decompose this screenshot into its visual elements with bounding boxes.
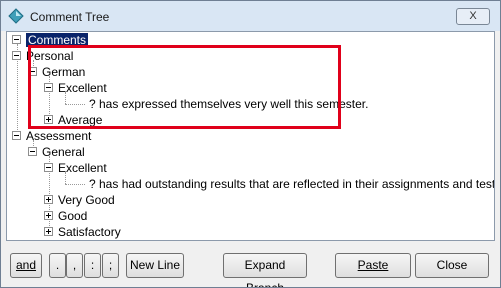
highlight-annotation — [28, 45, 341, 129]
diamond-app-icon — [8, 8, 24, 24]
tree-node-comment[interactable]: ? has had outstanding results that are r… — [89, 177, 494, 191]
paste-button[interactable]: Paste — [335, 253, 411, 278]
button-label: ; — [108, 258, 113, 272]
insert-comma-button[interactable]: , — [66, 253, 83, 278]
tree-node-very-good[interactable]: Very Good — [58, 193, 115, 207]
collapse-icon[interactable] — [12, 131, 21, 140]
button-label: New Line — [129, 258, 181, 272]
tree-node-satisfactory[interactable]: Satisfactory — [58, 225, 121, 239]
insert-period-button[interactable]: . — [49, 253, 66, 278]
collapse-icon[interactable] — [12, 51, 21, 60]
close-icon: X — [469, 10, 477, 22]
expand-branch-button[interactable]: Expand Branch — [223, 253, 307, 287]
comment-tree-window: Comment Tree X Comments Personal German … — [0, 0, 501, 288]
insert-colon-button[interactable]: : — [84, 253, 101, 278]
tree-node-excellent[interactable]: Excellent — [58, 161, 107, 175]
title-bar: Comment Tree X — [1, 1, 500, 31]
button-label: : — [90, 258, 95, 272]
collapse-icon[interactable] — [28, 147, 37, 156]
button-label: . — [55, 258, 60, 272]
expand-icon[interactable] — [44, 211, 53, 220]
close-button[interactable]: Close — [415, 253, 489, 278]
button-label: Paste — [357, 258, 389, 272]
collapse-icon[interactable] — [12, 35, 21, 44]
window-close-button[interactable]: X — [456, 8, 490, 25]
button-label: and — [15, 258, 37, 272]
tree-node-general[interactable]: General — [42, 145, 85, 159]
insert-and-button[interactable]: and — [10, 253, 42, 278]
insert-semicolon-button[interactable]: ; — [102, 253, 119, 278]
expand-icon[interactable] — [44, 227, 53, 236]
collapse-icon[interactable] — [44, 163, 53, 172]
window-title: Comment Tree — [30, 10, 110, 24]
button-label: Close — [436, 258, 468, 272]
expand-icon[interactable] — [44, 195, 53, 204]
button-label: , — [72, 258, 77, 272]
tree-connector — [65, 184, 85, 185]
tree-node-assessment[interactable]: Assessment — [26, 129, 91, 143]
tree-node-good[interactable]: Good — [58, 209, 87, 223]
button-label: Expand Branch — [244, 258, 286, 288]
new-line-button[interactable]: New Line — [126, 253, 184, 278]
